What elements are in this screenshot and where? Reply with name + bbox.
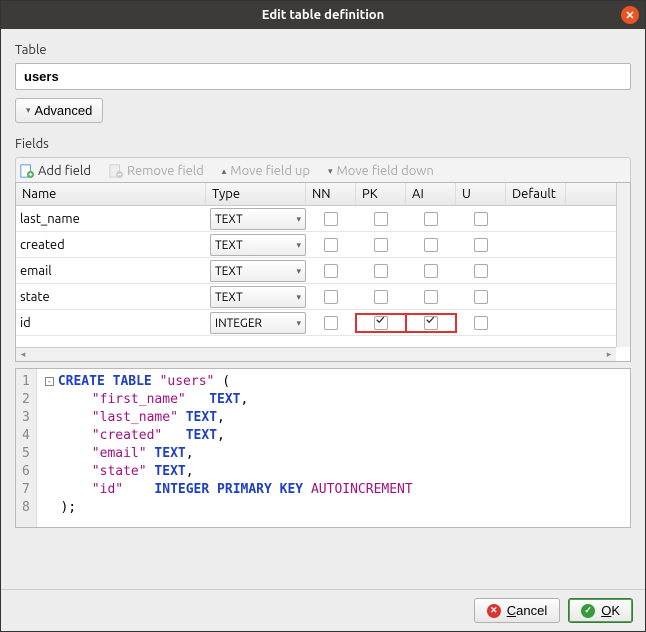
nn-checkbox[interactable] bbox=[324, 212, 338, 226]
cell-default[interactable] bbox=[506, 217, 566, 221]
fields-grid: Name Type NN PK AI U Default last_nameTE… bbox=[15, 182, 631, 362]
title-bar: Edit table definition ✕ bbox=[1, 1, 645, 29]
sql-code[interactable]: -CREATE TABLE "users" ( "first_name" TEX… bbox=[37, 369, 421, 527]
u-checkbox[interactable] bbox=[474, 212, 488, 226]
pk-checkbox[interactable] bbox=[374, 212, 388, 226]
ai-checkbox[interactable] bbox=[424, 290, 438, 304]
close-icon[interactable]: ✕ bbox=[621, 6, 639, 24]
table-label: Table bbox=[15, 43, 631, 57]
advanced-label: Advanced bbox=[35, 103, 93, 118]
table-row[interactable]: last_nameTEXT▾ bbox=[16, 206, 630, 232]
type-select[interactable]: TEXT▾ bbox=[210, 260, 306, 282]
ok-icon: ✓ bbox=[581, 604, 595, 618]
cell-name[interactable]: last_name bbox=[16, 210, 206, 228]
chevron-down-icon: ▾ bbox=[296, 214, 301, 225]
fields-toolbar: Add field Remove field ▴ Move field up ▾… bbox=[15, 157, 631, 182]
table-row[interactable]: createdTEXT▾ bbox=[16, 232, 630, 258]
chevron-down-icon: ▾ bbox=[296, 318, 301, 329]
cell-name[interactable]: email bbox=[16, 262, 206, 280]
window-title: Edit table definition bbox=[262, 8, 385, 22]
cell-default[interactable] bbox=[506, 269, 566, 273]
table-row[interactable]: emailTEXT▾ bbox=[16, 258, 630, 284]
remove-field-icon bbox=[109, 164, 123, 178]
ai-checkbox[interactable] bbox=[424, 238, 438, 252]
cancel-rest: ancel bbox=[516, 603, 547, 618]
cell-default[interactable] bbox=[506, 321, 566, 325]
ok-rest: K bbox=[611, 603, 620, 618]
type-select[interactable]: TEXT▾ bbox=[210, 286, 306, 308]
ai-checkbox[interactable] bbox=[424, 264, 438, 278]
table-name-input[interactable] bbox=[15, 63, 631, 90]
horizontal-scrollbar[interactable] bbox=[16, 347, 616, 361]
cell-default[interactable] bbox=[506, 243, 566, 247]
cell-default[interactable] bbox=[506, 295, 566, 299]
arrow-down-icon: ▾ bbox=[328, 166, 333, 177]
add-field-button[interactable]: Add field bbox=[20, 164, 91, 178]
type-select[interactable]: TEXT▾ bbox=[210, 234, 306, 256]
col-ai[interactable]: AI bbox=[406, 183, 456, 205]
add-field-icon bbox=[20, 164, 34, 178]
chevron-down-icon: ▾ bbox=[296, 266, 301, 277]
type-select[interactable]: TEXT▾ bbox=[210, 208, 306, 230]
col-u[interactable]: U bbox=[456, 183, 506, 205]
sql-preview: 12345678 -CREATE TABLE "users" ( "first_… bbox=[15, 368, 631, 528]
sql-gutter: 12345678 bbox=[16, 369, 37, 527]
cell-name[interactable]: id bbox=[16, 314, 206, 332]
cell-name[interactable]: created bbox=[16, 236, 206, 254]
dialog-footer: ✕ Cancel ✓ OK bbox=[1, 589, 645, 631]
type-select[interactable]: INTEGER▾ bbox=[210, 312, 306, 334]
u-checkbox[interactable] bbox=[474, 264, 488, 278]
remove-field-button: Remove field bbox=[109, 164, 204, 178]
col-default[interactable]: Default bbox=[506, 183, 566, 205]
col-type[interactable]: Type bbox=[206, 183, 306, 205]
u-checkbox[interactable] bbox=[474, 238, 488, 252]
ai-checkbox[interactable] bbox=[424, 316, 438, 330]
chevron-down-icon: ▾ bbox=[26, 105, 31, 116]
move-field-down-button: ▾ Move field down bbox=[328, 164, 434, 178]
ai-checkbox[interactable] bbox=[424, 212, 438, 226]
nn-checkbox[interactable] bbox=[324, 238, 338, 252]
cancel-icon: ✕ bbox=[487, 604, 501, 618]
pk-checkbox[interactable] bbox=[374, 264, 388, 278]
move-field-up-button: ▴ Move field up bbox=[222, 164, 310, 178]
nn-checkbox[interactable] bbox=[324, 290, 338, 304]
table-row[interactable]: stateTEXT▾ bbox=[16, 284, 630, 310]
col-nn[interactable]: NN bbox=[306, 183, 356, 205]
vertical-scrollbar[interactable] bbox=[616, 183, 630, 347]
ok-button[interactable]: ✓ OK bbox=[568, 598, 633, 623]
pk-checkbox[interactable] bbox=[374, 316, 388, 330]
advanced-button[interactable]: ▾ Advanced bbox=[15, 98, 103, 123]
cancel-button[interactable]: ✕ Cancel bbox=[474, 598, 560, 623]
grid-header: Name Type NN PK AI U Default bbox=[16, 183, 630, 206]
nn-checkbox[interactable] bbox=[324, 264, 338, 278]
pk-checkbox[interactable] bbox=[374, 238, 388, 252]
table-row[interactable]: idINTEGER▾ bbox=[16, 310, 630, 336]
nn-checkbox[interactable] bbox=[324, 316, 338, 330]
u-checkbox[interactable] bbox=[474, 290, 488, 304]
cell-name[interactable]: state bbox=[16, 288, 206, 306]
arrow-up-icon: ▴ bbox=[222, 166, 227, 177]
dialog-content: Table ▾ Advanced Fields Add field Remove… bbox=[1, 29, 645, 589]
u-checkbox[interactable] bbox=[474, 316, 488, 330]
chevron-down-icon: ▾ bbox=[296, 292, 301, 303]
chevron-down-icon: ▾ bbox=[296, 240, 301, 251]
fields-label: Fields bbox=[15, 137, 631, 151]
col-name[interactable]: Name bbox=[16, 183, 206, 205]
col-pk[interactable]: PK bbox=[356, 183, 406, 205]
pk-checkbox[interactable] bbox=[374, 290, 388, 304]
